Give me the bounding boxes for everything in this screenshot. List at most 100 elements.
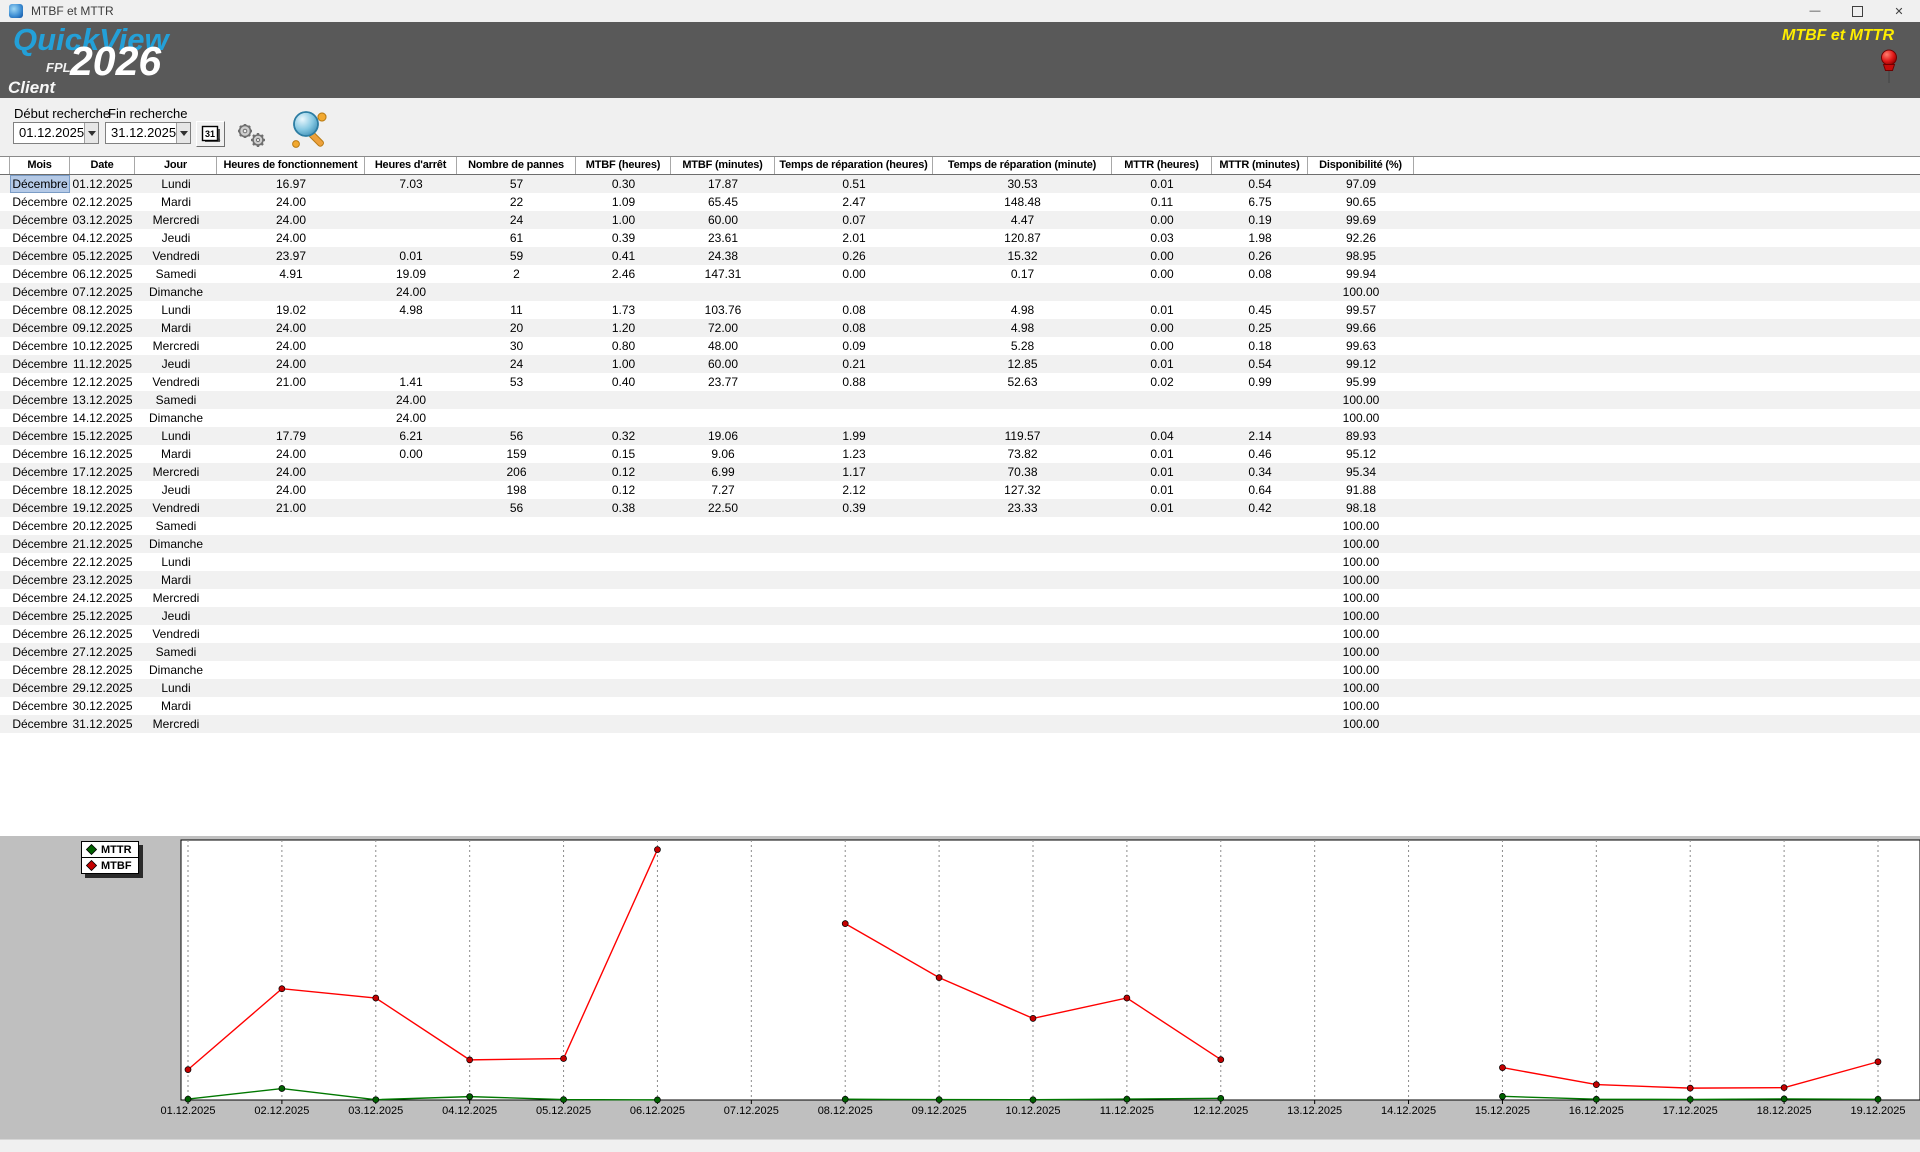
table-cell[interactable] bbox=[775, 535, 933, 553]
table-cell[interactable]: 24.00 bbox=[217, 211, 365, 229]
table-cell[interactable]: 17.87 bbox=[671, 175, 775, 193]
table-cell[interactable]: Décembre bbox=[10, 661, 70, 679]
table-cell[interactable]: 21.00 bbox=[217, 373, 365, 391]
table-cell[interactable]: 0.39 bbox=[775, 499, 933, 517]
table-cell[interactable]: 24.00 bbox=[217, 229, 365, 247]
table-cell[interactable]: 22 bbox=[457, 193, 576, 211]
table-row[interactable]: Décembre16.12.2025Mardi24.000.001590.159… bbox=[0, 445, 1920, 463]
table-cell[interactable] bbox=[457, 391, 576, 409]
table-cell[interactable] bbox=[1212, 535, 1308, 553]
table-cell[interactable]: 0.00 bbox=[365, 445, 457, 463]
table-cell[interactable]: 18.12.2025 bbox=[70, 481, 135, 499]
table-cell[interactable]: Décembre bbox=[10, 445, 70, 463]
table-cell[interactable]: Décembre bbox=[10, 427, 70, 445]
table-cell[interactable] bbox=[1212, 679, 1308, 697]
table-cell[interactable]: 100.00 bbox=[1308, 589, 1414, 607]
table-row[interactable]: Décembre23.12.2025Mardi100.00 bbox=[0, 571, 1920, 589]
table-cell[interactable] bbox=[775, 517, 933, 535]
table-cell[interactable] bbox=[933, 661, 1112, 679]
table-cell[interactable]: Décembre bbox=[10, 391, 70, 409]
table-cell[interactable]: 0.01 bbox=[1112, 355, 1212, 373]
table-cell[interactable]: 24.12.2025 bbox=[70, 589, 135, 607]
table-cell[interactable]: 23.33 bbox=[933, 499, 1112, 517]
table-cell[interactable]: Samedi bbox=[135, 643, 217, 661]
table-cell[interactable]: Lundi bbox=[135, 553, 217, 571]
table-cell[interactable] bbox=[365, 193, 457, 211]
table-cell[interactable] bbox=[775, 283, 933, 301]
table-cell[interactable]: Lundi bbox=[135, 301, 217, 319]
table-cell[interactable]: Dimanche bbox=[135, 409, 217, 427]
table-cell[interactable]: Décembre bbox=[10, 283, 70, 301]
table-cell[interactable]: Décembre bbox=[10, 175, 70, 193]
table-cell[interactable]: Décembre bbox=[10, 373, 70, 391]
table-cell[interactable]: 119.57 bbox=[933, 427, 1112, 445]
table-cell[interactable] bbox=[775, 697, 933, 715]
column-header[interactable]: Jour bbox=[135, 157, 217, 174]
table-cell[interactable]: 0.01 bbox=[1112, 445, 1212, 463]
table-cell[interactable]: 29.12.2025 bbox=[70, 679, 135, 697]
table-cell[interactable] bbox=[1112, 697, 1212, 715]
table-cell[interactable] bbox=[576, 607, 671, 625]
table-cell[interactable] bbox=[933, 571, 1112, 589]
table-cell[interactable]: 21.12.2025 bbox=[70, 535, 135, 553]
table-cell[interactable]: 08.12.2025 bbox=[70, 301, 135, 319]
table-cell[interactable] bbox=[933, 535, 1112, 553]
table-cell[interactable]: Vendredi bbox=[135, 373, 217, 391]
table-cell[interactable] bbox=[671, 391, 775, 409]
table-row[interactable]: Décembre04.12.2025Jeudi24.00610.3923.612… bbox=[0, 229, 1920, 247]
table-cell[interactable] bbox=[1112, 661, 1212, 679]
table-cell[interactable] bbox=[775, 679, 933, 697]
table-cell[interactable]: 100.00 bbox=[1308, 535, 1414, 553]
table-row[interactable]: Décembre14.12.2025Dimanche24.00100.00 bbox=[0, 409, 1920, 427]
table-cell[interactable] bbox=[1112, 607, 1212, 625]
table-cell[interactable]: 99.63 bbox=[1308, 337, 1414, 355]
table-row[interactable]: Décembre22.12.2025Lundi100.00 bbox=[0, 553, 1920, 571]
table-cell[interactable]: 0.00 bbox=[1112, 247, 1212, 265]
table-cell[interactable] bbox=[775, 589, 933, 607]
table-cell[interactable]: Mercredi bbox=[135, 463, 217, 481]
table-row[interactable]: Décembre18.12.2025Jeudi24.001980.127.272… bbox=[0, 481, 1920, 499]
table-cell[interactable]: Décembre bbox=[10, 553, 70, 571]
table-cell[interactable]: 1.00 bbox=[576, 211, 671, 229]
table-cell[interactable]: Décembre bbox=[10, 247, 70, 265]
table-cell[interactable] bbox=[933, 553, 1112, 571]
table-cell[interactable] bbox=[775, 715, 933, 733]
table-cell[interactable] bbox=[457, 607, 576, 625]
table-cell[interactable]: 0.08 bbox=[1212, 265, 1308, 283]
table-cell[interactable]: 0.42 bbox=[1212, 499, 1308, 517]
table-cell[interactable] bbox=[457, 679, 576, 697]
table-cell[interactable]: 65.45 bbox=[671, 193, 775, 211]
table-row[interactable]: Décembre17.12.2025Mercredi24.002060.126.… bbox=[0, 463, 1920, 481]
table-cell[interactable] bbox=[1112, 589, 1212, 607]
table-cell[interactable] bbox=[217, 409, 365, 427]
table-cell[interactable]: Décembre bbox=[10, 265, 70, 283]
table-cell[interactable]: 21.00 bbox=[217, 499, 365, 517]
table-cell[interactable]: 5.28 bbox=[933, 337, 1112, 355]
table-cell[interactable]: 12.12.2025 bbox=[70, 373, 135, 391]
table-cell[interactable] bbox=[217, 391, 365, 409]
table-cell[interactable]: 06.12.2025 bbox=[70, 265, 135, 283]
table-cell[interactable]: Décembre bbox=[10, 193, 70, 211]
table-cell[interactable]: 1.20 bbox=[576, 319, 671, 337]
table-cell[interactable]: Samedi bbox=[135, 265, 217, 283]
table-cell[interactable]: Décembre bbox=[10, 625, 70, 643]
table-row[interactable]: Décembre05.12.2025Vendredi23.970.01590.4… bbox=[0, 247, 1920, 265]
table-cell[interactable] bbox=[933, 589, 1112, 607]
table-cell[interactable] bbox=[1212, 517, 1308, 535]
table-cell[interactable] bbox=[671, 643, 775, 661]
table-cell[interactable] bbox=[671, 697, 775, 715]
table-cell[interactable] bbox=[365, 625, 457, 643]
table-cell[interactable]: 24.00 bbox=[217, 355, 365, 373]
table-cell[interactable]: 0.12 bbox=[576, 463, 671, 481]
table-row[interactable]: Décembre30.12.2025Mardi100.00 bbox=[0, 697, 1920, 715]
table-cell[interactable]: Décembre bbox=[10, 571, 70, 589]
table-row[interactable]: Décembre20.12.2025Samedi100.00 bbox=[0, 517, 1920, 535]
table-cell[interactable]: 0.88 bbox=[775, 373, 933, 391]
table-cell[interactable]: 4.98 bbox=[365, 301, 457, 319]
table-cell[interactable]: 73.82 bbox=[933, 445, 1112, 463]
table-cell[interactable]: 0.54 bbox=[1212, 355, 1308, 373]
table-cell[interactable]: 1.00 bbox=[576, 355, 671, 373]
table-cell[interactable]: 0.00 bbox=[1112, 265, 1212, 283]
table-row[interactable]: Décembre26.12.2025Vendredi100.00 bbox=[0, 625, 1920, 643]
table-cell[interactable] bbox=[457, 643, 576, 661]
